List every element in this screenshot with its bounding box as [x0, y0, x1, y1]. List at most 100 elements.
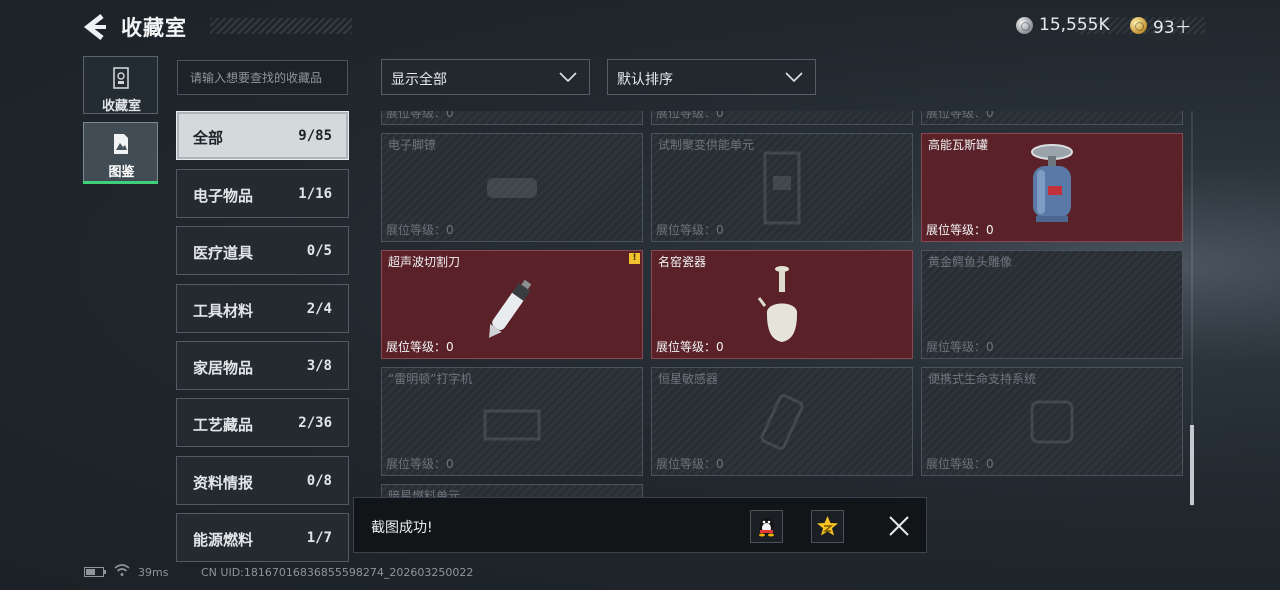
collectible-card[interactable]: 恒星敏感器 展位等级：0 — [651, 367, 913, 476]
collectible-card[interactable]: “雷明顿”打字机 展位等级：0 — [381, 367, 643, 476]
category-medical[interactable]: 医疗道具 0/5 — [176, 226, 349, 275]
gold-currency[interactable]: 93＋ — [1130, 14, 1192, 38]
share-qzone-button[interactable] — [811, 510, 844, 543]
life-support-icon — [1030, 400, 1074, 443]
category-all[interactable]: 全部 9/85 — [176, 111, 349, 160]
collectible-card[interactable]: 电子脚镣 展位等级：0 — [381, 133, 643, 242]
chevron-down-icon — [559, 72, 577, 82]
typewriter-icon — [483, 409, 541, 440]
search-input[interactable]: 请输入想要查找的收藏品 — [177, 60, 348, 95]
collectible-name: 高能瓦斯罐 — [928, 138, 989, 152]
category-household[interactable]: 家居物品 3/8 — [176, 341, 349, 390]
category-name: 家居物品 — [193, 359, 254, 377]
qzone-star-icon — [817, 516, 838, 536]
atlas-book-icon — [114, 134, 128, 154]
gold-coin-icon — [1130, 16, 1147, 34]
display-level: 展位等级：0 — [926, 223, 994, 237]
rail-collection-room-label: 收藏室 — [101, 99, 141, 114]
category-count: 1/16 — [298, 186, 332, 202]
category-intel[interactable]: 资料情报 0/8 — [176, 456, 349, 505]
ankle-monitor-icon — [487, 177, 537, 198]
display-level: 展位等级：0 — [656, 457, 724, 471]
collectible-card[interactable]: 超声波切割刀 ! 展位等级：0 — [381, 250, 643, 359]
category-name: 工艺藏品 — [193, 416, 254, 434]
collectible-name: “雷明顿”打字机 — [388, 372, 473, 386]
ping-readout: 39ms — [138, 566, 169, 579]
warning-badge: ! — [629, 253, 640, 264]
user-uid: CN UID:18167016836855598274_202603250022 — [201, 566, 474, 579]
category-count: 2/4 — [306, 301, 332, 317]
display-level: 展位等级：0 — [926, 111, 994, 120]
silver-currency-amount: 15,555K — [1039, 15, 1110, 35]
sort-dropdown[interactable]: 默认排序 — [607, 59, 816, 95]
display-level: 展位等级：0 — [656, 223, 724, 237]
collectible-card[interactable]: 展位等级：0 — [651, 111, 913, 125]
category-count: 9/85 — [298, 128, 332, 144]
collectible-card[interactable]: 展位等级：0 — [921, 111, 1183, 125]
back-arrow-icon[interactable] — [82, 12, 108, 42]
category-name: 医疗道具 — [193, 244, 254, 262]
display-case-icon — [113, 67, 129, 89]
category-name: 工具材料 — [193, 302, 254, 320]
collectible-card[interactable]: 展位等级：0 — [381, 111, 643, 125]
filter-dropdown-value: 显示全部 — [391, 72, 447, 88]
collectible-name: 超声波切割刀 — [388, 255, 461, 269]
category-tools[interactable]: 工具材料 2/4 — [176, 284, 349, 333]
category-name: 资料情报 — [193, 474, 254, 492]
collectible-card[interactable]: 高能瓦斯罐 展位等级：0 — [921, 133, 1183, 242]
close-icon[interactable] — [886, 513, 912, 539]
battery-icon — [84, 567, 106, 577]
page-title: 收藏室 — [121, 16, 187, 40]
porcelain-vase-icon — [757, 265, 798, 342]
display-level: 展位等级：0 — [656, 111, 724, 120]
category-crafts[interactable]: 工艺藏品 2/36 — [176, 398, 349, 447]
collectible-name: 便携式生命支持系统 — [928, 372, 1037, 386]
category-name: 全部 — [193, 129, 224, 147]
display-level: 展位等级：0 — [386, 111, 454, 120]
collectible-name: 试制聚变供能单元 — [658, 138, 755, 152]
collectibles-grid[interactable]: 展位等级：0 展位等级：0 展位等级：0 电子脚镣 展位等级：0 试制聚变供能单… — [380, 111, 1186, 553]
collectible-name: 电子脚镣 — [388, 138, 437, 152]
display-level: 展位等级：0 — [926, 457, 994, 471]
display-level: 展位等级：0 — [656, 340, 724, 354]
fusion-cell-icon — [763, 151, 801, 224]
star-sensor-icon — [760, 393, 804, 450]
category-electronics[interactable]: 电子物品 1/16 — [176, 169, 349, 218]
collectible-name: 黄金鳄鱼头雕像 — [928, 255, 1013, 269]
category-count: 0/5 — [306, 243, 332, 259]
gas-canister-icon — [1031, 144, 1073, 223]
category-count: 0/8 — [306, 473, 332, 489]
display-level: 展位等级：0 — [386, 223, 454, 237]
share-qq-button[interactable] — [750, 510, 783, 543]
title-decoration — [210, 18, 352, 34]
category-count: 1/7 — [306, 530, 332, 546]
search-placeholder: 请输入想要查找的收藏品 — [190, 71, 323, 85]
category-count: 3/8 — [306, 358, 332, 374]
collectible-card[interactable]: 名窑瓷器 展位等级：0 — [651, 250, 913, 359]
gold-currency-amount: 93＋ — [1153, 17, 1192, 38]
collectible-card[interactable]: 便携式生命支持系统 展位等级：0 — [921, 367, 1183, 476]
category-name: 能源燃料 — [193, 531, 254, 549]
sort-dropdown-value: 默认排序 — [617, 72, 673, 88]
top-bar: 收藏室 15,555K 93＋ — [0, 0, 1280, 52]
collectible-card[interactable]: 试制聚变供能单元 展位等级：0 — [651, 133, 913, 242]
grid-scrollbar-thumb[interactable] — [1190, 425, 1194, 505]
category-count: 2/36 — [298, 415, 332, 431]
category-name: 电子物品 — [193, 187, 254, 205]
chevron-down-icon — [785, 72, 803, 82]
ultrasonic-cutter-icon — [489, 279, 532, 338]
display-level: 展位等级：0 — [386, 340, 454, 354]
wifi-icon — [114, 564, 130, 576]
screenshot-toast: 截图成功! — [353, 497, 927, 553]
collectible-name: 名窑瓷器 — [658, 255, 707, 269]
category-energy[interactable]: 能源燃料 1/7 — [176, 513, 349, 562]
collectible-card[interactable]: 黄金鳄鱼头雕像 展位等级：0 — [921, 250, 1183, 359]
silver-currency[interactable]: 15,555K — [1016, 14, 1110, 36]
qq-penguin-icon — [759, 518, 774, 537]
silver-coin-icon — [1016, 16, 1033, 34]
display-level: 展位等级：0 — [386, 457, 454, 471]
rail-collection-room-button[interactable]: 收藏室 — [83, 56, 158, 114]
filter-dropdown[interactable]: 显示全部 — [381, 59, 590, 95]
rail-atlas-button[interactable]: 图鉴 — [83, 122, 158, 184]
toast-message: 截图成功! — [371, 520, 433, 536]
